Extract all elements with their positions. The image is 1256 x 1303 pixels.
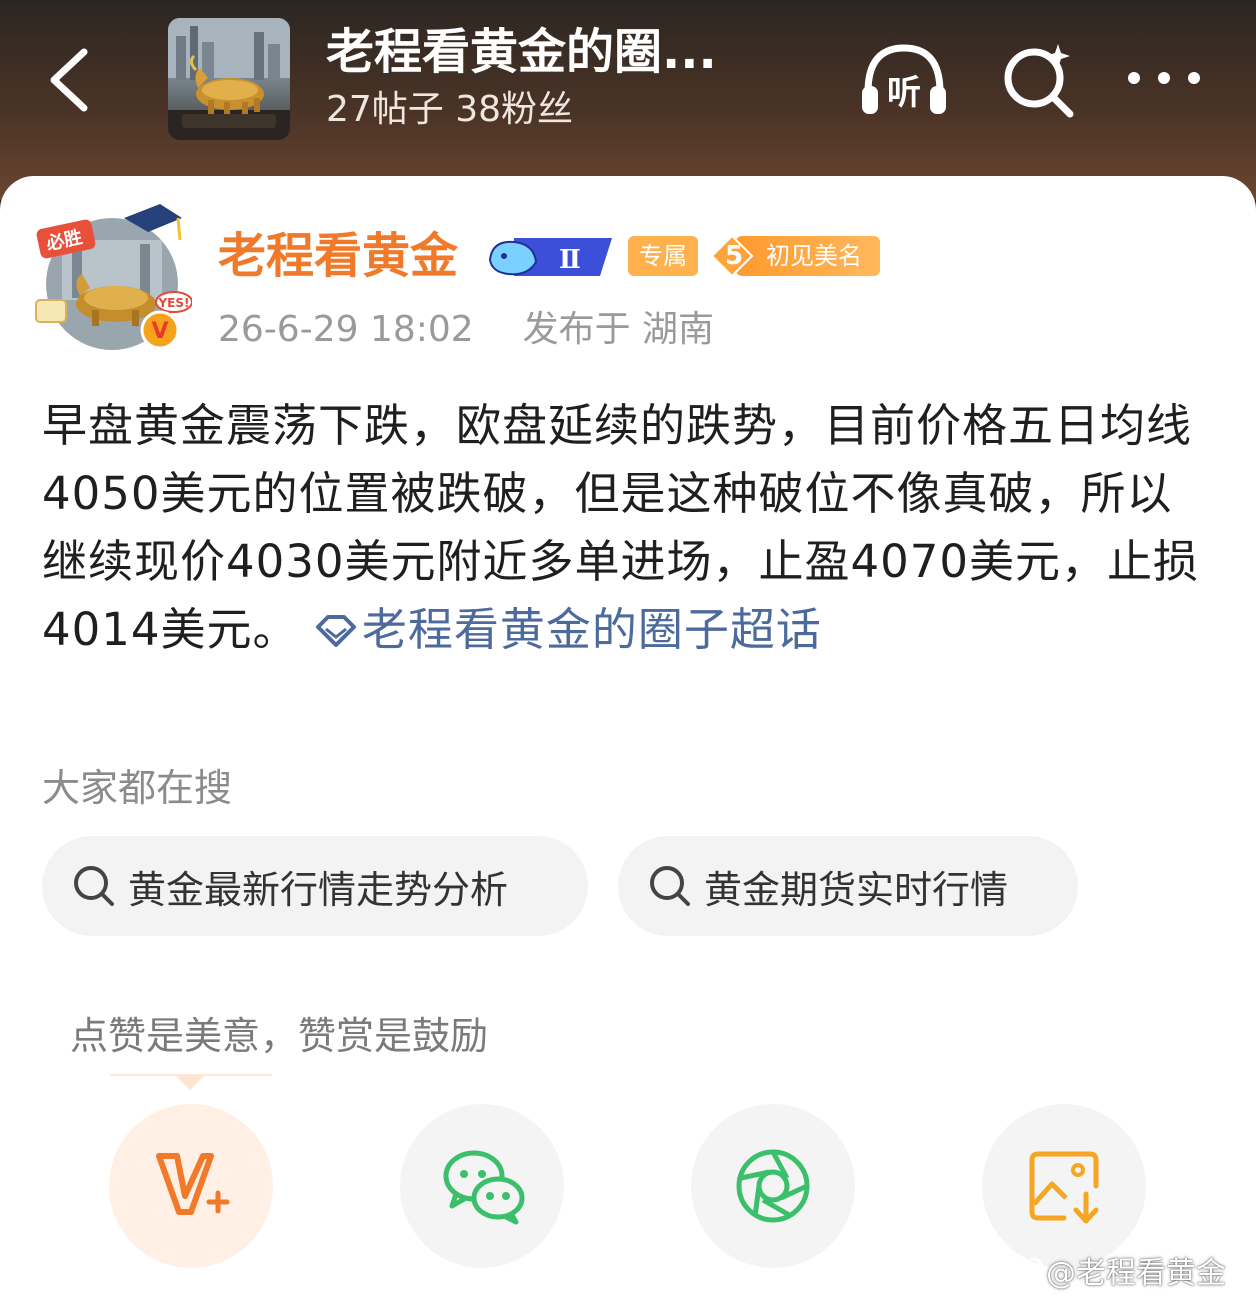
moments-icon xyxy=(736,1149,810,1223)
level-badge-label: Ⅱ xyxy=(559,245,581,275)
search-icon xyxy=(650,866,690,906)
search-chip-label: 黄金最新行情走势分析 xyxy=(128,867,509,912)
search-chip[interactable]: 黄金期货实时行情 xyxy=(618,836,1078,936)
search-section-heading: 大家都在搜 xyxy=(42,766,233,810)
more-button[interactable] xyxy=(1120,56,1210,96)
circle-thumbnail[interactable] xyxy=(168,18,290,140)
golden-bull-image xyxy=(168,18,290,140)
more-dots-icon xyxy=(1128,72,1200,84)
back-button[interactable] xyxy=(40,40,100,120)
save-image-icon xyxy=(1029,1151,1099,1224)
search-icon xyxy=(74,866,114,906)
reward-button[interactable] xyxy=(109,1104,273,1268)
reward-tip-pointer xyxy=(176,1076,204,1090)
topic-link-label: 老程看黄金的圈子超话 xyxy=(361,603,822,656)
post-location: 发布于 湖南 xyxy=(522,309,715,350)
post-text: 早盘黄金震荡下跌，欧盘延续的跌势，目前价格五日均线4050美元的位置被跌破，但是… xyxy=(42,392,1202,664)
circle-stats: 27帖子 38粉丝 xyxy=(326,89,574,130)
avatar-sticker-side: YES! xyxy=(157,296,189,310)
post-timestamp: 26-6-29 18:02 xyxy=(218,309,474,350)
share-wechat-button[interactable] xyxy=(400,1104,564,1268)
super-topic-diamond-icon xyxy=(315,615,356,647)
watermark-text: @老程看黄金 xyxy=(1046,1256,1226,1291)
v-plus-icon xyxy=(156,1153,230,1215)
level-badge[interactable]: Ⅱ xyxy=(484,232,616,280)
share-moments-button[interactable] xyxy=(691,1104,855,1268)
back-arrow-icon xyxy=(50,48,88,112)
avatar[interactable]: 必胜 YES! V xyxy=(32,200,193,360)
weibo-watermark: @老程看黄金 xyxy=(1004,1252,1254,1296)
wechat-icon xyxy=(443,1150,525,1225)
weibo-logo-icon xyxy=(1004,1257,1044,1288)
fame-badge[interactable]: 5 初见美名 xyxy=(710,234,880,278)
page-title: 老程看黄金的圈... xyxy=(326,24,717,80)
listen-label: 听 xyxy=(887,73,921,113)
search-sparkle-icon xyxy=(1004,44,1074,118)
search-chip-label: 黄金期货实时行情 xyxy=(704,867,1009,912)
fame-label: 初见美名 xyxy=(766,242,862,270)
search-button[interactable] xyxy=(1000,40,1080,120)
headphone-icon: 听 xyxy=(862,44,946,114)
post-meta: 26-6-29 18:02 发布于 湖南 xyxy=(218,300,714,360)
author-avatar-image: 必胜 YES! V xyxy=(35,204,193,350)
reward-tip: 点赞是美意，赞赏是鼓励 xyxy=(70,1014,489,1058)
topic-link[interactable]: 老程看黄金的圈子超话 xyxy=(314,603,822,656)
author-name[interactable]: 老程看黄金 xyxy=(218,226,458,286)
listen-button[interactable]: 听 xyxy=(856,40,952,120)
search-chip[interactable]: 黄金最新行情走势分析 xyxy=(42,836,588,936)
exclusive-badge[interactable]: 专属 xyxy=(628,236,698,276)
verified-badge: V xyxy=(151,319,168,344)
whale-badge-icon: Ⅱ xyxy=(488,238,612,276)
save-image-button[interactable] xyxy=(982,1104,1146,1268)
fame-level: 5 xyxy=(724,241,744,271)
